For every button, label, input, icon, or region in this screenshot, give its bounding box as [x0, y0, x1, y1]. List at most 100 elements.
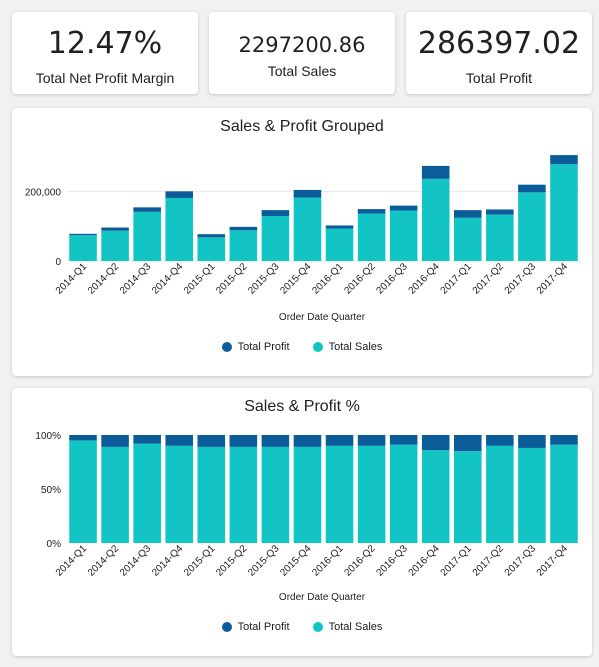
x-tick-label: 2017-Q1: [439, 261, 475, 297]
bar-sales[interactable]: [550, 164, 578, 261]
legend-item-sales[interactable]: Total Sales: [312, 621, 383, 633]
bar-sales[interactable]: [325, 228, 354, 261]
bar-sales[interactable]: [197, 446, 226, 543]
bar-sales[interactable]: [261, 216, 290, 261]
bar-sales[interactable]: [69, 235, 97, 261]
legend-label-profit: Total Profit: [237, 341, 290, 353]
bar-profit[interactable]: [453, 210, 482, 218]
bar-profit[interactable]: [518, 435, 546, 448]
bar-profit[interactable]: [165, 435, 194, 446]
bar-profit[interactable]: [357, 435, 386, 446]
x-tick-label: 2017-Q3: [503, 261, 539, 297]
bar-sales[interactable]: [229, 446, 258, 543]
x-tick-label: 2016-Q4: [407, 543, 443, 579]
bar-profit[interactable]: [293, 189, 322, 198]
bar-sales[interactable]: [165, 197, 194, 261]
bar-sales[interactable]: [453, 217, 482, 261]
bar-profit[interactable]: [229, 226, 258, 231]
x-tick-label: 2016-Q1: [310, 543, 346, 579]
y-tick-label: 0: [55, 257, 61, 268]
chart-card-sales-profit-grouped: Sales & Profit Grouped 0 200,000 2014-Q1 20…: [12, 108, 592, 376]
bar-profit[interactable]: [389, 205, 418, 211]
x-tick-label: 2017-Q2: [471, 261, 507, 297]
bar-profit[interactable]: [518, 184, 546, 193]
bar-profit[interactable]: [550, 435, 578, 445]
bar-profit[interactable]: [261, 210, 290, 217]
bar-sales[interactable]: [389, 210, 418, 261]
kpi-card-net-profit-margin: 12.47% Total Net Profit Margin: [12, 12, 198, 94]
bar-sales[interactable]: [101, 446, 129, 543]
bar-profit[interactable]: [197, 234, 226, 238]
bar-profit[interactable]: [357, 209, 386, 214]
bar-sales[interactable]: [293, 197, 322, 261]
bar-sales[interactable]: [133, 211, 161, 261]
bar-sales[interactable]: [229, 230, 258, 261]
bar-profit[interactable]: [133, 207, 161, 212]
bar-sales[interactable]: [357, 445, 386, 543]
bar-sales[interactable]: [421, 450, 450, 543]
legend-item-sales[interactable]: Total Sales: [312, 341, 383, 353]
legend-swatch-sales: [312, 342, 323, 352]
bar-sales[interactable]: [357, 213, 386, 261]
x-tick-label: 2015-Q1: [182, 261, 218, 297]
bar-profit[interactable]: [133, 435, 161, 444]
bar-sales[interactable]: [486, 214, 514, 261]
bar-sales[interactable]: [518, 447, 546, 543]
y-tick-label: 0%: [47, 539, 62, 550]
bar-sales[interactable]: [165, 445, 194, 543]
bar-profit[interactable]: [69, 233, 97, 236]
bar-profit[interactable]: [101, 227, 129, 231]
bar-profit[interactable]: [261, 435, 290, 447]
bar-profit[interactable]: [453, 435, 482, 452]
x-axis-label: Order Date Quarter: [279, 592, 366, 603]
bar-sales[interactable]: [69, 440, 97, 543]
x-tick-label: 2017-Q4: [535, 543, 571, 579]
x-tick-label: 2016-Q2: [342, 261, 378, 297]
bar-sales[interactable]: [389, 444, 418, 543]
bar-profit[interactable]: [550, 155, 578, 165]
bar-profit[interactable]: [486, 209, 514, 215]
bar-sales[interactable]: [133, 443, 161, 543]
bar-profit[interactable]: [325, 435, 354, 446]
bar-sales[interactable]: [453, 451, 482, 543]
bar-profit[interactable]: [325, 225, 354, 229]
bar-sales[interactable]: [261, 446, 290, 543]
y-tick-label: 200,000: [25, 187, 62, 198]
bar-profit[interactable]: [101, 435, 129, 447]
bar-sales[interactable]: [550, 444, 578, 543]
bar-profit[interactable]: [197, 435, 226, 447]
bar-profit[interactable]: [486, 435, 514, 446]
legend-item-profit[interactable]: Total Profit: [221, 621, 290, 633]
x-tick-label: 2015-Q2: [214, 543, 250, 579]
bar-profit[interactable]: [389, 435, 418, 445]
x-tick-label: 2017-Q3: [503, 543, 539, 579]
chart-legend: Total Profit Total Sales: [12, 621, 592, 635]
legend-item-profit[interactable]: Total Profit: [221, 341, 290, 353]
legend-label-sales: Total Sales: [328, 621, 383, 633]
bar-sales[interactable]: [101, 230, 129, 261]
x-tick-label: 2016-Q2: [342, 543, 378, 579]
kpi-value: 286397.02: [417, 26, 581, 61]
bar-profit[interactable]: [69, 435, 97, 441]
kpi-card-total-profit: 286397.02 Total Profit: [406, 12, 592, 94]
legend-label-sales: Total Sales: [328, 341, 383, 353]
kpi-value: 12.47%: [47, 26, 163, 61]
chart-sales-profit-grouped: 0200,0002014-Q12014-Q22014-Q32014-Q42015…: [25, 155, 580, 323]
x-tick-label: 2015-Q3: [246, 261, 282, 297]
bar-profit[interactable]: [421, 435, 450, 451]
bar-profit[interactable]: [293, 435, 322, 447]
bar-profit[interactable]: [229, 435, 258, 447]
bar-sales[interactable]: [518, 192, 546, 261]
bar-sales[interactable]: [421, 178, 450, 261]
x-tick-label: 2014-Q3: [118, 261, 154, 297]
legend-label-profit: Total Profit: [237, 621, 290, 633]
bar-sales[interactable]: [486, 445, 514, 543]
bar-sales[interactable]: [325, 445, 354, 543]
bar-profit[interactable]: [165, 191, 194, 198]
x-tick-label: 2016-Q1: [310, 261, 346, 297]
bar-sales[interactable]: [293, 446, 322, 543]
bar-sales[interactable]: [197, 237, 226, 261]
x-tick-label: 2014-Q2: [86, 543, 122, 579]
x-tick-label: 2015-Q2: [214, 261, 250, 297]
bar-profit[interactable]: [421, 165, 450, 179]
